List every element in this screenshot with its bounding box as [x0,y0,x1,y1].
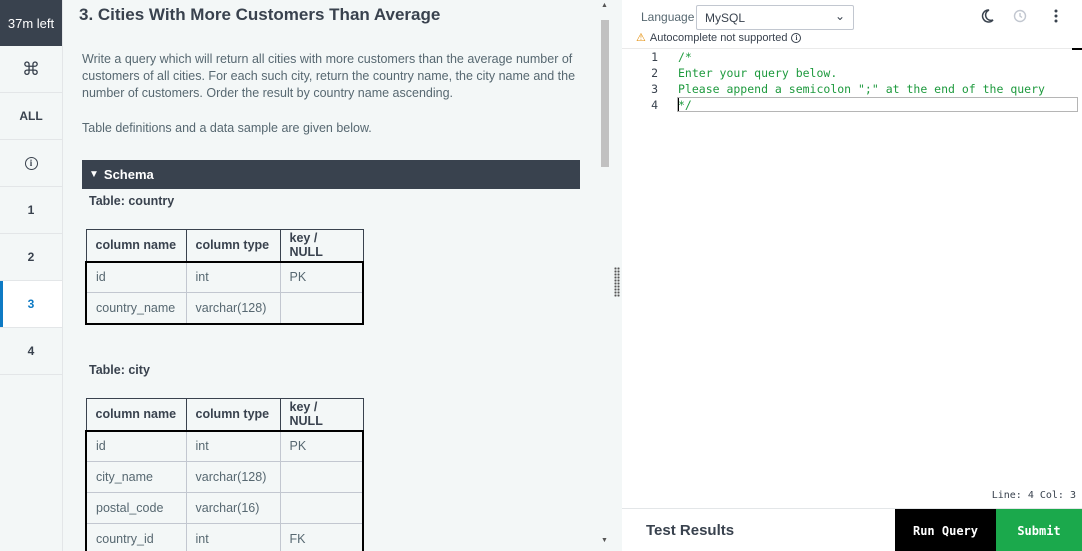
question-nav-item-1[interactable]: 1 [0,187,62,234]
command-icon: ⌘ [22,58,40,79]
scroll-up-icon[interactable]: ▲ [601,2,608,9]
code-line-current: 4 */ [622,97,1080,113]
caret-down-icon: ▼ [89,169,99,180]
run-query-button[interactable]: Run Query [895,509,996,551]
history-icon[interactable] [1012,8,1028,29]
test-results-label[interactable]: Test Results [646,522,734,539]
problem-title: 3. Cities With More Customers Than Avera… [79,5,441,24]
cursor-position: Line: 4 Col: 3 [991,490,1076,501]
dark-mode-icon[interactable] [979,8,995,29]
table-label-city: Table: city [89,363,150,377]
shortcuts-button[interactable]: ⌘ [0,46,62,93]
info-button[interactable]: i [0,140,62,187]
question-nav-item-3[interactable]: 3 [0,281,62,328]
table-row: postal_code varchar(16) [85,492,364,524]
code-line: 1 /* [622,49,1080,65]
editor-panel: Language MySQL ⌄ ⚠ Autocomplete not supp… [622,0,1082,551]
current-line-highlight [677,97,1078,112]
question-nav-item-4[interactable]: 4 [0,328,62,375]
table-row: id int PK [85,261,364,293]
info-icon[interactable]: i [791,32,802,43]
country-table: column name column type key / NULL id in… [85,229,364,325]
table-row: city_name varchar(128) [85,461,364,493]
info-icon: i [24,156,38,170]
table-label-country: Table: country [89,194,175,208]
schema-label: Schema [103,167,154,182]
column-header: column type [185,398,281,432]
question-nav: 37m left ⌘ ALL i 1 2 3 4 [0,0,63,551]
line-number: 1 [651,50,658,64]
column-header: column type [185,229,281,263]
line-number: 2 [651,66,658,80]
schema-toggle[interactable]: ▼ Schema [82,160,580,189]
city-table: column name column type key / NULL id in… [85,398,364,551]
code-line: 2 Enter your query below. [622,65,1080,81]
table-row: country_name varchar(128) [85,292,364,325]
problem-panel: 3. Cities With More Customers Than Avera… [63,0,598,551]
column-header: column name [85,229,187,263]
column-header: key / NULL [279,229,364,263]
code-line: 3 Please append a semicolon ";" at the e… [622,81,1080,97]
more-options-icon[interactable] [1053,8,1059,29]
time-remaining: 37m left [0,0,62,46]
language-label: Language [641,10,695,24]
submit-button[interactable]: Submit [996,509,1082,551]
language-select[interactable]: MySQL ⌄ [696,5,854,30]
code-editor[interactable]: 1 /* 2 Enter your query below. 3 Please … [622,48,1080,482]
text-cursor [678,98,679,111]
scroll-down-icon[interactable]: ▼ [601,537,608,544]
chevron-down-icon: ⌄ [834,9,845,23]
all-questions-button[interactable]: ALL [0,93,62,140]
column-header: key / NULL [279,398,364,432]
column-header: column name [85,398,187,432]
question-nav-item-2[interactable]: 2 [0,234,62,281]
drag-handle-icon[interactable] [614,267,620,297]
editor-footer: Test Results Run Query Submit [622,508,1082,551]
scrollbar-thumb[interactable] [601,20,609,167]
table-row: id int PK [85,430,364,462]
autocomplete-warning: ⚠ Autocomplete not supported i [636,31,802,44]
problem-description: Write a query which will return all citi… [82,52,576,100]
problem-note: Table definitions and a data sample are … [82,121,372,135]
table-row: country_id int FK [85,523,364,551]
line-number: 3 [651,82,658,96]
line-number: 4 [651,98,658,112]
problem-scrollbar[interactable]: ▲ ▼ [598,0,612,551]
warning-icon: ⚠ [636,32,646,44]
panel-splitter[interactable] [612,0,622,551]
editor-scroll-marker [1072,48,1082,50]
